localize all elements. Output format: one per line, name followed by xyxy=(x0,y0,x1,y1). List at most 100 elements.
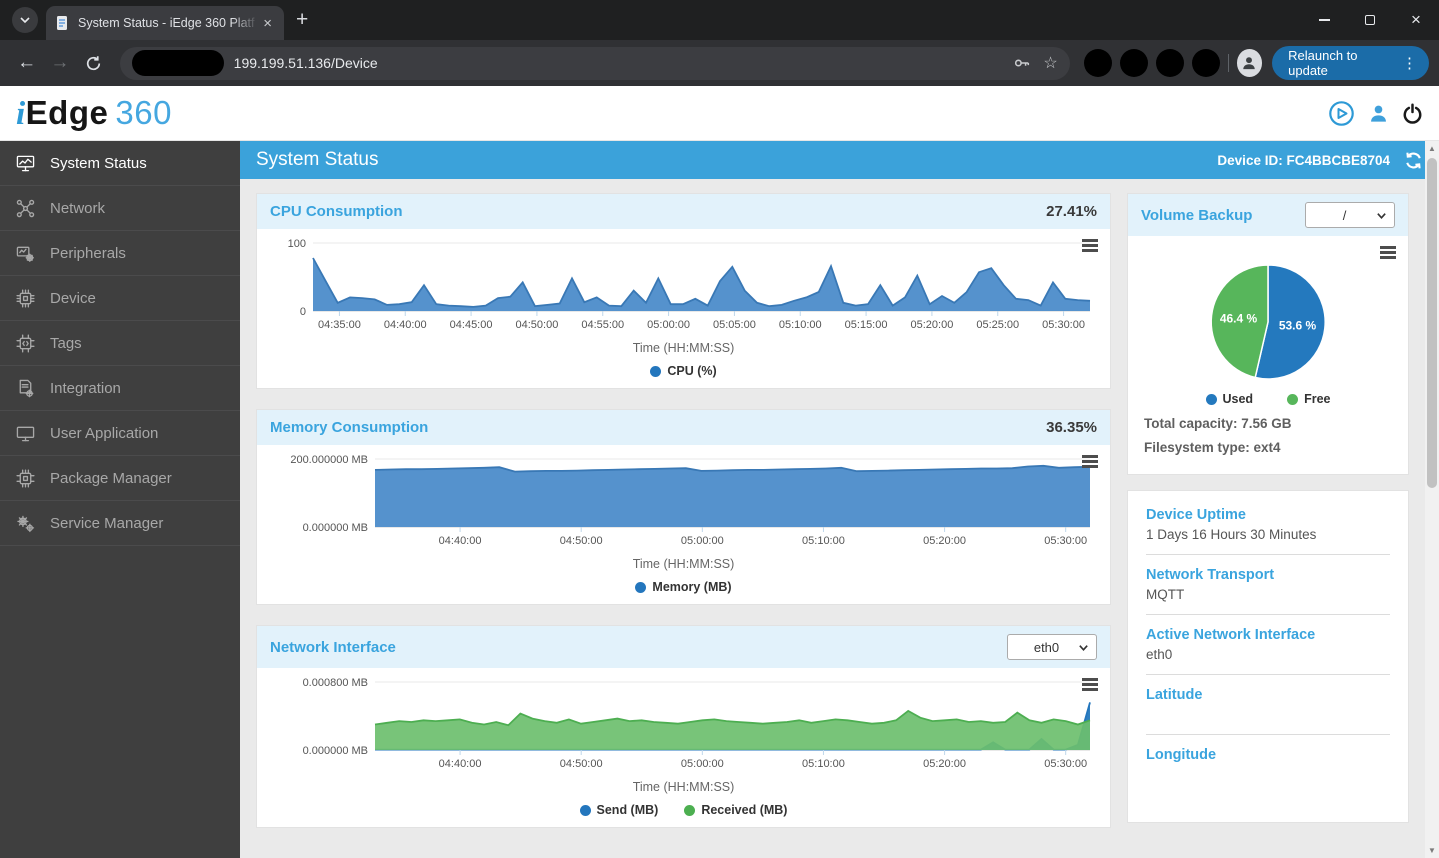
svg-text:05:25:00: 05:25:00 xyxy=(976,319,1019,331)
svg-text:05:30:00: 05:30:00 xyxy=(1044,535,1087,547)
chart-menu-icon[interactable] xyxy=(1082,239,1098,254)
window-maximize-button[interactable] xyxy=(1347,0,1393,40)
tags-icon xyxy=(16,334,50,353)
extension-icon-redacted[interactable] xyxy=(1192,49,1220,77)
svg-text:100: 100 xyxy=(288,238,306,250)
cpu-consumption-panel: CPU Consumption 27.41% 100004:35:0004:40… xyxy=(256,193,1111,389)
svg-text:05:00:00: 05:00:00 xyxy=(681,758,724,770)
scroll-down-button[interactable]: ▼ xyxy=(1425,843,1439,858)
svg-text:05:00:00: 05:00:00 xyxy=(681,535,724,547)
device-chip-icon xyxy=(16,289,50,308)
legend-item[interactable]: Memory (MB) xyxy=(635,580,731,594)
new-tab-button[interactable]: + xyxy=(296,8,308,32)
legend-dot xyxy=(1287,394,1298,405)
info-label: Network Transport xyxy=(1146,567,1390,583)
address-bar[interactable]: 199.199.51.136/Device ☆ xyxy=(120,47,1070,80)
page-title-bar: System Status Device ID: FC4BBCBE8704 xyxy=(240,141,1439,179)
volume-backup-panel: Volume Backup / 53.6 %46.4 % UsedFree To… xyxy=(1127,193,1409,475)
svg-text:04:40:00: 04:40:00 xyxy=(439,535,482,547)
legend-item[interactable]: Send (MB) xyxy=(580,803,659,817)
system-status-icon xyxy=(16,154,50,173)
legend-item[interactable]: Received (MB) xyxy=(684,803,787,817)
scroll-up-button[interactable]: ▲ xyxy=(1425,141,1439,156)
reload-button[interactable] xyxy=(78,47,107,79)
legend-item[interactable]: Free xyxy=(1287,392,1330,406)
forward-button[interactable]: → xyxy=(45,47,74,79)
url-path: /Device xyxy=(331,55,378,71)
tab-search-button[interactable] xyxy=(12,7,38,33)
filesystem-type-label: Filesystem type: ext4 xyxy=(1144,436,1392,460)
sidebar-item-tags[interactable]: Tags xyxy=(0,321,240,366)
window-scrollbar[interactable]: ▲ ▼ xyxy=(1425,141,1439,858)
extension-icon-redacted[interactable] xyxy=(1120,49,1148,77)
info-label: Device Uptime xyxy=(1146,507,1390,523)
network-panel-title: Network Interface xyxy=(270,639,396,656)
relaunch-label: Relaunch to update xyxy=(1288,48,1388,78)
info-item-active-network-interface: Active Network Interfaceeth0 xyxy=(1146,627,1390,675)
sidebar-item-service-manager[interactable]: Service Manager xyxy=(0,501,240,546)
info-label: Active Network Interface xyxy=(1146,627,1390,643)
extension-icon-redacted[interactable] xyxy=(1156,49,1184,77)
iedge-logo: iEdge360 xyxy=(16,94,172,133)
sidebar-item-integration[interactable]: Integration xyxy=(0,366,240,411)
page-title: System Status xyxy=(256,149,379,171)
sidebar-item-label: Tags xyxy=(50,335,82,352)
redacted-url-segment xyxy=(132,50,224,76)
sidebar-nav: System Status Network Peripherals Device Tag… xyxy=(0,141,240,858)
power-button[interactable] xyxy=(1402,103,1423,124)
legend-label: Used xyxy=(1223,392,1254,406)
chart-menu-icon[interactable] xyxy=(1082,455,1098,470)
sidebar-item-label: User Application xyxy=(50,425,158,442)
user-icon xyxy=(1368,103,1389,124)
relaunch-to-update-button[interactable]: Relaunch to update ⋮ xyxy=(1272,46,1429,80)
cpu-xaxis-title: Time (HH:MM:SS) xyxy=(267,341,1100,355)
extension-icon-redacted[interactable] xyxy=(1084,49,1112,77)
logo-i: i xyxy=(16,96,26,132)
sidebar-item-network[interactable]: Network xyxy=(0,186,240,231)
url-text: 199.199.51.136/Device xyxy=(234,55,1002,71)
chart-menu-icon[interactable] xyxy=(1082,678,1098,693)
info-value xyxy=(1146,767,1390,783)
sidebar-item-user-application[interactable]: User Application xyxy=(0,411,240,456)
window-minimize-button[interactable] xyxy=(1301,0,1347,40)
memory-xaxis-title: Time (HH:MM:SS) xyxy=(267,557,1100,571)
bookmark-star-button[interactable]: ☆ xyxy=(1043,53,1057,73)
browser-profile-button[interactable] xyxy=(1237,49,1263,77)
volume-select[interactable]: / xyxy=(1305,202,1395,228)
sidebar-item-label: Peripherals xyxy=(50,245,126,262)
sidebar-item-device[interactable]: Device xyxy=(0,276,240,321)
legend-item[interactable]: Used xyxy=(1206,392,1254,406)
integration-icon xyxy=(16,379,50,398)
sidebar-item-label: System Status xyxy=(50,155,147,172)
user-account-button[interactable] xyxy=(1368,103,1389,124)
power-icon xyxy=(1402,103,1423,124)
sidebar-item-package-manager[interactable]: Package Manager xyxy=(0,456,240,501)
password-key-button[interactable] xyxy=(1013,54,1031,72)
window-close-button[interactable]: × xyxy=(1393,0,1439,40)
chart-menu-icon[interactable] xyxy=(1380,246,1396,261)
legend-item[interactable]: CPU (%) xyxy=(650,364,716,378)
scrollbar-thumb[interactable] xyxy=(1427,158,1437,488)
browser-tab[interactable]: System Status - iEdge 360 Platf × xyxy=(46,6,284,40)
tab-close-button[interactable]: × xyxy=(259,15,276,32)
package-manager-icon xyxy=(16,469,50,488)
play-circle-button[interactable] xyxy=(1328,100,1355,127)
total-capacity-label: Total capacity: 7.56 GB xyxy=(1144,412,1392,436)
memory-chart: 200.000000 MB0.000000 MB04:40:0004:50:00… xyxy=(267,451,1100,556)
back-button[interactable]: ← xyxy=(12,47,41,79)
tab-title: System Status - iEdge 360 Platf xyxy=(78,16,259,30)
browser-menu-kebab-icon[interactable]: ⋮ xyxy=(1396,54,1423,72)
network-chart: 0.000800 MB0.000000 MB04:40:0004:50:0005… xyxy=(267,674,1100,779)
url-host: 199.199.51.136 xyxy=(234,55,331,71)
svg-text:04:40:00: 04:40:00 xyxy=(384,319,427,331)
svg-text:05:10:00: 05:10:00 xyxy=(802,758,845,770)
refresh-button[interactable] xyxy=(1404,151,1423,170)
svg-text:05:00:00: 05:00:00 xyxy=(647,319,690,331)
sidebar-item-system-status[interactable]: System Status xyxy=(0,141,240,186)
svg-text:0.000800 MB: 0.000800 MB xyxy=(303,677,368,689)
svg-text:05:20:00: 05:20:00 xyxy=(923,758,966,770)
network-interface-select[interactable]: eth0 xyxy=(1007,634,1097,660)
sidebar-item-peripherals[interactable]: Peripherals xyxy=(0,231,240,276)
legend-label: CPU (%) xyxy=(667,364,716,378)
svg-text:200.000000 MB: 200.000000 MB xyxy=(290,454,368,466)
